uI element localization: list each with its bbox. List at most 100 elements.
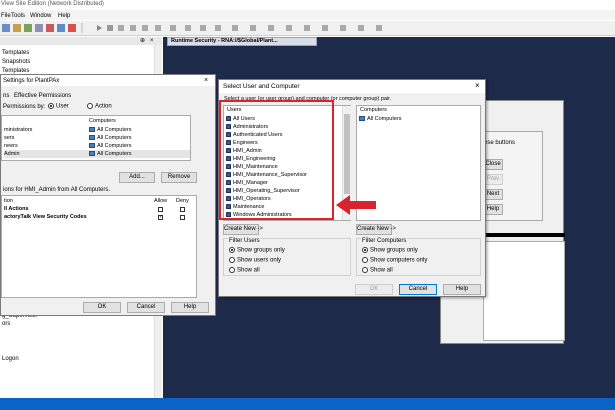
cancel-button[interactable]: Cancel [399, 284, 437, 295]
computer-icon [359, 116, 365, 122]
title-bar: View Site Edition (Network Distributed) [0, 0, 615, 9]
select-dialog-titlebar: Select User and Computer × [219, 80, 485, 93]
close-icon[interactable]: × [150, 38, 154, 44]
settings-title: Settings for PlantPAx [3, 78, 60, 84]
toolbar-icons [2, 23, 382, 33]
list-item[interactable]: All Computers [359, 115, 402, 123]
row-user: Admin [4, 151, 20, 157]
window-title: View Site Edition (Network Distributed) [1, 1, 104, 7]
filter-computers-label: Filter Computers [361, 238, 408, 244]
next-button[interactable]: Next [483, 189, 503, 200]
toolbar [0, 21, 615, 36]
radio-show-users[interactable]: Show users only [229, 257, 281, 264]
menu-tools[interactable]: Tools [11, 13, 25, 19]
menu-help[interactable]: Help [58, 13, 70, 19]
radio-show-all[interactable]: Show all [362, 267, 393, 274]
table-row[interactable]: actoryTalk View Security Codes [4, 213, 194, 221]
user-computer-list: Computers ministrators All Computers sers… [1, 115, 191, 161]
radio-show-all[interactable]: Show all [229, 267, 260, 274]
permissions-table: tion Allow Deny ll Actions actoryTalk Vi… [1, 195, 197, 298]
list-item[interactable]: ministrators All Computers [4, 126, 190, 134]
cancel-button[interactable]: Cancel [127, 302, 165, 313]
highlight-box [219, 100, 334, 220]
table-row[interactable]: ll Actions [4, 205, 194, 213]
radio-icon [229, 257, 235, 263]
tab-permissions[interactable]: ns [3, 93, 9, 99]
add-button[interactable]: Add... [119, 172, 155, 183]
computer-icon [89, 135, 95, 141]
radio-action-label: Action [95, 103, 112, 110]
radio-show-groups[interactable]: Show groups only [362, 247, 418, 254]
permissions-caption: ions for HMI_Admin from All Computers. [3, 187, 111, 193]
radio-label: Show groups only [370, 247, 418, 254]
panel-list [483, 241, 565, 341]
menu-window[interactable]: Window [30, 13, 51, 19]
scroll-thumb[interactable] [344, 114, 350, 194]
help-button[interactable]: Help [171, 302, 209, 313]
radio-icon [48, 103, 54, 109]
radio-show-groups[interactable]: Show groups only [229, 247, 285, 254]
row-user: ministrators [4, 127, 33, 133]
filter-computers-group: Filter Computers Show groups only Show c… [356, 238, 481, 276]
row-computer: All Computers [97, 143, 132, 149]
deny-checkbox[interactable] [180, 215, 185, 220]
row-user: neers [4, 143, 18, 149]
radio-icon [87, 103, 93, 109]
radio-icon [362, 247, 368, 253]
document-tab[interactable]: Runtime Security - RNA://$Global/Plant..… [167, 37, 317, 46]
explorer-header: ⊕ × [0, 37, 162, 45]
computers-column-header: Computers [360, 107, 387, 113]
settings-titlebar: Settings for PlantPAx × [1, 75, 215, 86]
panel-black-bar [483, 233, 565, 237]
ok-button[interactable]: OK [83, 302, 121, 313]
help-button[interactable]: Help [483, 204, 503, 215]
radio-label: Show all [237, 267, 260, 274]
radio-label: Show users only [237, 257, 282, 264]
filter-users-group: Filter Users Show groups only Show users… [223, 238, 351, 276]
radio-user[interactable]: User [48, 103, 69, 110]
computer-icon [89, 151, 95, 157]
deny-checkbox[interactable] [180, 207, 185, 212]
menu-file[interactable]: File [1, 13, 11, 19]
radio-user-label: User [56, 103, 69, 110]
row-label: ll Actions [4, 206, 29, 212]
list-item[interactable]: sers All Computers [4, 134, 190, 142]
settings-dialog: Settings for PlantPAx × ns Effective Per… [0, 74, 216, 316]
radio-label: Show all [370, 267, 393, 274]
prev-button[interactable]: Prev [483, 174, 503, 185]
radio-show-computers[interactable]: Show computers only [362, 257, 427, 264]
close-icon[interactable]: × [475, 82, 480, 90]
close-button[interactable]: Close [483, 159, 503, 170]
close-icon[interactable]: × [204, 77, 208, 84]
allow-checkbox[interactable] [158, 207, 163, 212]
computer-icon [89, 127, 95, 133]
explorer-item[interactable]: ors [2, 321, 10, 327]
create-new-user-button[interactable]: Create New -> [223, 224, 263, 235]
explorer-item[interactable]: Snapshots [2, 59, 30, 65]
menu-bar: File Tools Window Help [0, 10, 615, 20]
radio-action[interactable]: Action [87, 103, 112, 110]
explorer-item[interactable]: Templates [2, 50, 29, 56]
allow-column-header: Allow [154, 198, 168, 204]
tab-effective-permissions[interactable]: Effective Permissions [14, 93, 71, 99]
computer-icon [89, 143, 95, 149]
ok-button[interactable]: OK [355, 284, 393, 295]
allow-checkbox[interactable]: ✓ [158, 215, 163, 220]
help-button[interactable]: Help [443, 284, 481, 295]
row-computer: All Computers [97, 135, 132, 141]
list-item[interactable]: Admin All Computers [4, 150, 190, 158]
radio-label: Show groups only [237, 247, 285, 254]
radio-icon [229, 267, 235, 273]
status-bar [0, 398, 615, 410]
explorer-item[interactable]: Logon [2, 356, 19, 362]
create-new-computer-button[interactable]: Create New -> [356, 224, 396, 235]
row-label: actoryTalk View Security Codes [4, 214, 87, 220]
remove-button[interactable]: Remove [161, 172, 197, 183]
red-arrow-icon [336, 195, 376, 215]
list-item[interactable]: neers All Computers [4, 142, 190, 150]
panel-caption: ese buttons [484, 140, 516, 146]
radio-icon [362, 267, 368, 273]
pin-icon[interactable]: ⊕ [140, 38, 145, 44]
permissions-by-label: Permissions by: [3, 104, 46, 110]
filter-users-label: Filter Users [228, 238, 261, 244]
